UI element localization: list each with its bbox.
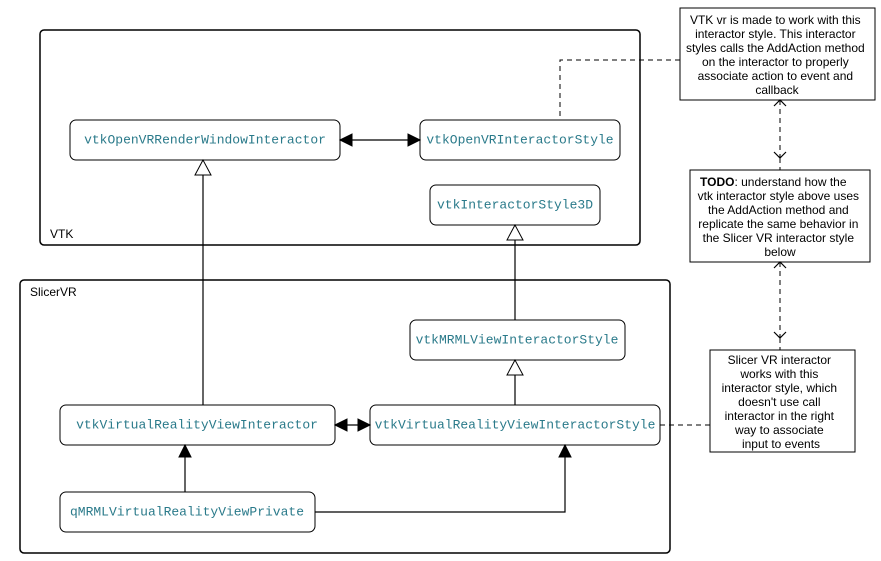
inherit-arrow-1 — [195, 160, 211, 175]
arrowhead-right-1 — [408, 134, 420, 146]
class-vr-interactor-label: vtkVirtualRealityViewInteractor — [76, 417, 318, 432]
inherit-arrow-2 — [507, 225, 523, 240]
arrowhead-right-2 — [358, 419, 370, 431]
vtk-label: VTK — [50, 227, 73, 241]
class-mrml-style-label: vtkMRMLViewInteractorStyle — [416, 332, 619, 347]
uml-diagram: VTK SlicerVR vtkOpenVRRenderWindowIntera… — [0, 0, 881, 561]
class-vtk-style-label: vtkOpenVRInteractorStyle — [426, 132, 613, 147]
note-anchor-top — [560, 60, 680, 120]
class-view-private-label: qMRMLVirtualRealityViewPrivate — [70, 504, 304, 519]
assoc-private-style — [315, 445, 565, 512]
arrowhead-up-3 — [179, 445, 191, 457]
arrowhead-up-4 — [559, 445, 571, 457]
class-vr-style-label: vtkVirtualRealityViewInteractorStyle — [375, 417, 656, 432]
inherit-arrow-3 — [507, 360, 523, 375]
arrowhead-left-1 — [340, 134, 352, 146]
arrowhead-left-2 — [335, 419, 347, 431]
class-vtk-interactor-label: vtkOpenVRRenderWindowInteractor — [84, 132, 326, 147]
slicervr-label: SlicerVR — [30, 285, 77, 299]
class-style3d-label: vtkInteractorStyle3D — [437, 197, 593, 212]
